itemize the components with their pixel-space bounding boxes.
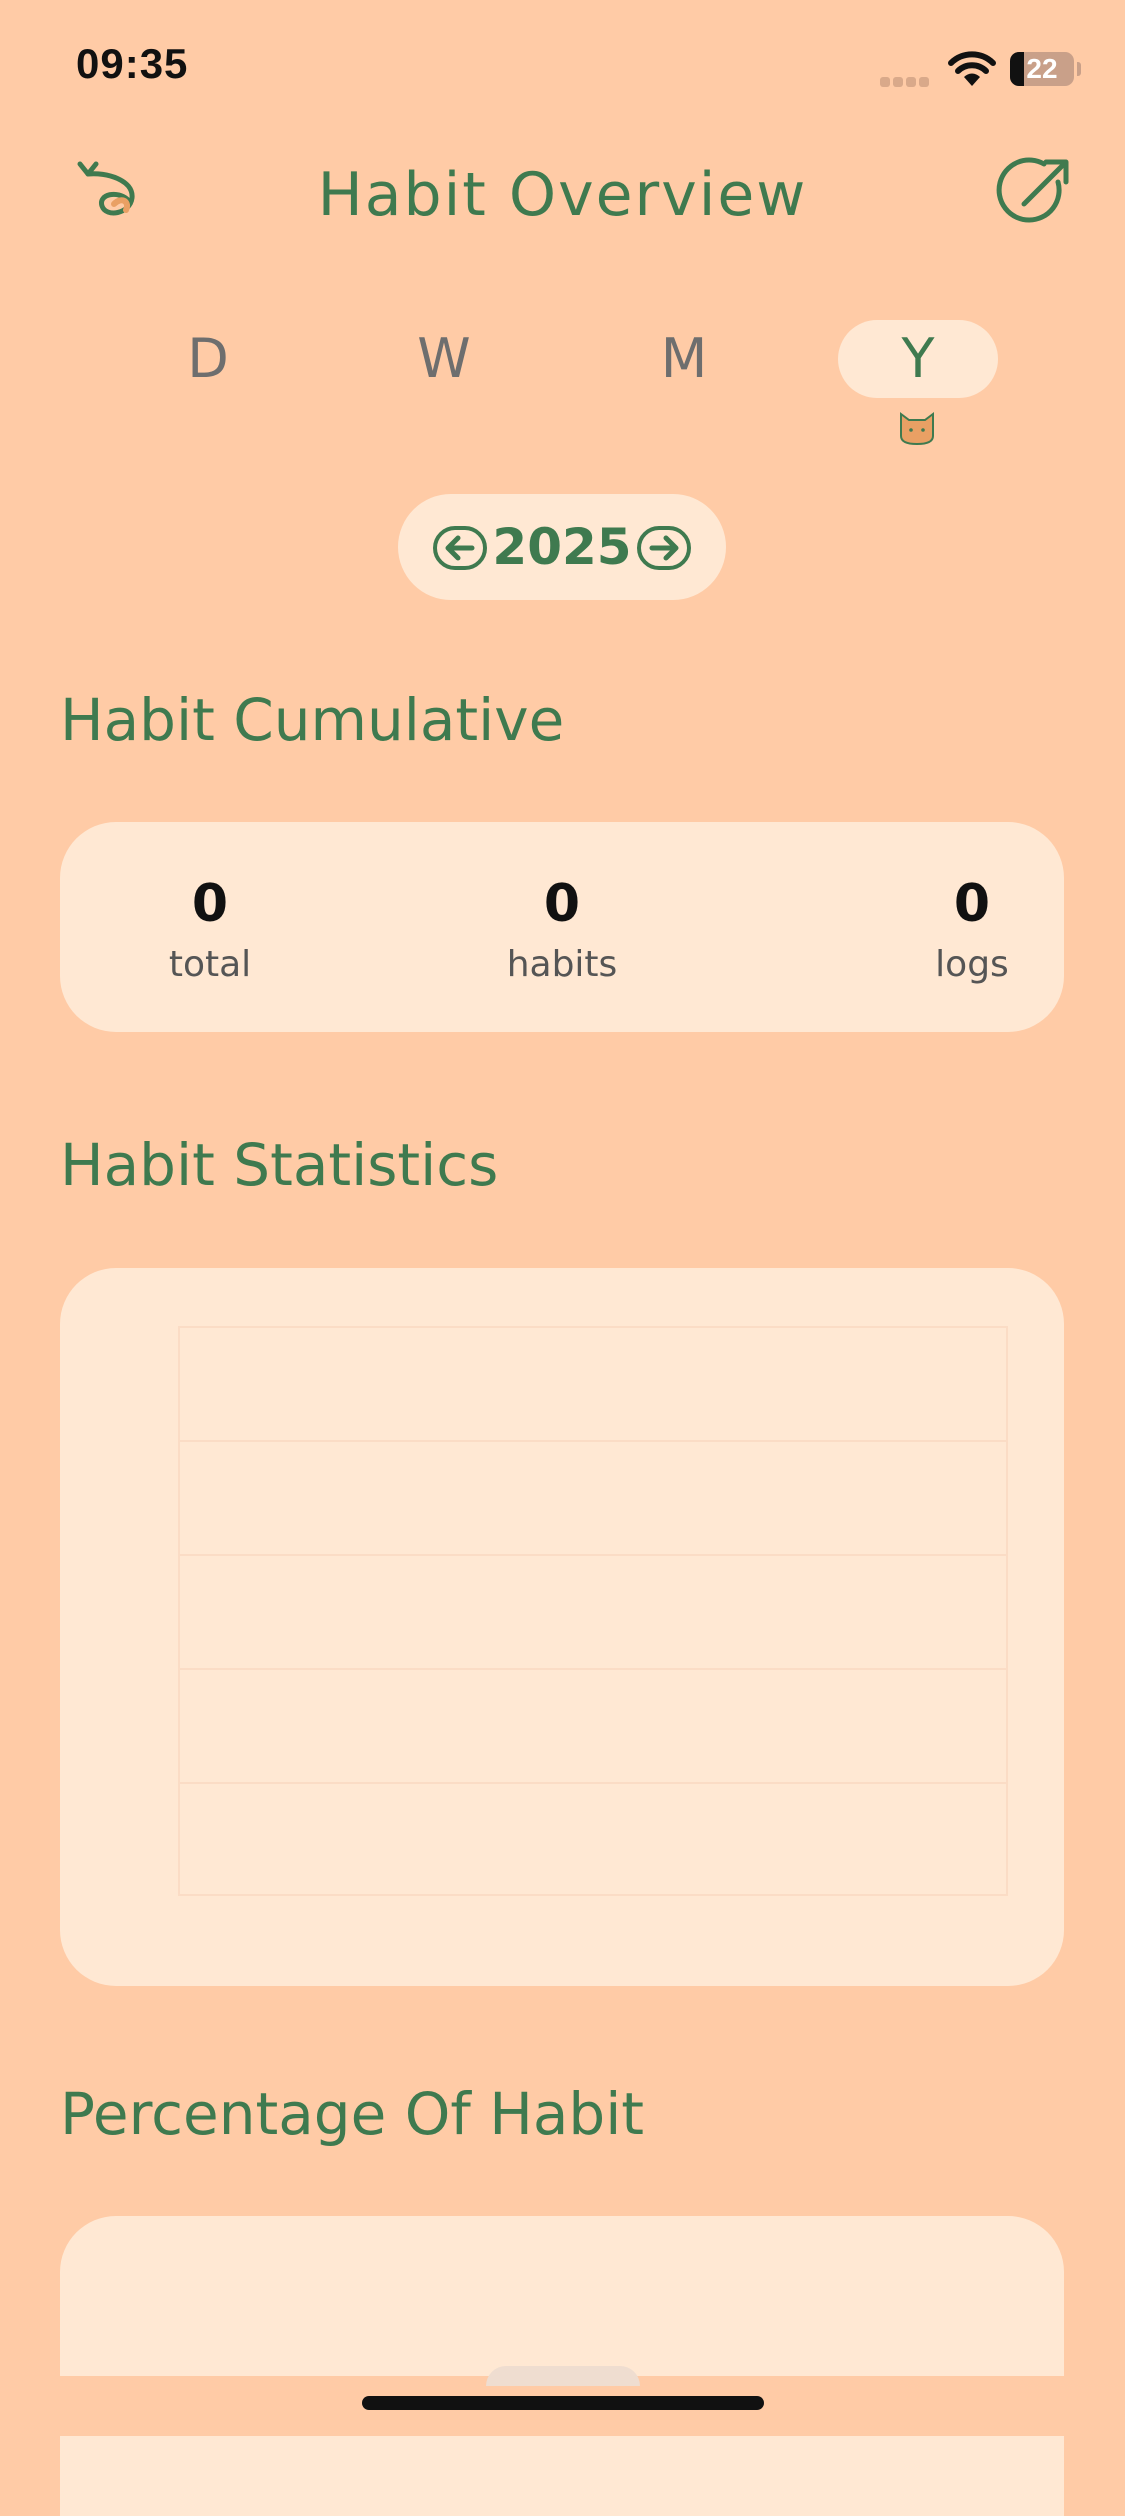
grid-line (180, 1782, 1006, 1784)
stat-value: 0 (191, 874, 229, 934)
wifi-icon (948, 51, 996, 86)
battery-icon: 22 (1010, 52, 1074, 86)
cumulative-title: Habit Cumulative (60, 686, 565, 754)
stat-label: logs (935, 944, 1009, 985)
statistics-chart (178, 1326, 1008, 1896)
stat-value: 0 (953, 874, 991, 934)
grid-line (180, 1554, 1006, 1556)
stat-label: total (168, 944, 252, 985)
battery-level: 22 (1026, 53, 1058, 84)
statistics-title: Habit Statistics (60, 1131, 499, 1199)
stat-value: 0 (543, 874, 581, 934)
tab-week[interactable]: W (364, 320, 524, 398)
grid-line (180, 1668, 1006, 1670)
cat-icon (900, 412, 934, 446)
tab-month[interactable]: M (604, 320, 764, 398)
pie-chart-edge (486, 2366, 640, 2386)
tab-year[interactable]: Y (838, 320, 998, 398)
grid-line (180, 1440, 1006, 1442)
tab-day[interactable]: D (128, 320, 288, 398)
page-title: Habit Overview (317, 160, 808, 230)
arrow-right-circle-icon[interactable] (636, 520, 692, 576)
share-icon[interactable] (996, 152, 1076, 232)
battery-cap (1077, 62, 1081, 76)
stat-total: 0 total (110, 874, 310, 985)
percentage-title: Percentage Of Habit (60, 2080, 645, 2148)
year-selector: 2025 (398, 494, 726, 600)
stat-habits: 0 habits (462, 874, 662, 985)
cumulative-card: 0 total 0 habits 0 logs (60, 822, 1064, 1032)
home-indicator[interactable] (362, 2396, 764, 2410)
stat-label: habits (506, 944, 618, 985)
status-time: 09:35 (76, 40, 189, 87)
stat-logs: 0 logs (872, 874, 1072, 985)
cellular-signal-icon (880, 72, 932, 91)
